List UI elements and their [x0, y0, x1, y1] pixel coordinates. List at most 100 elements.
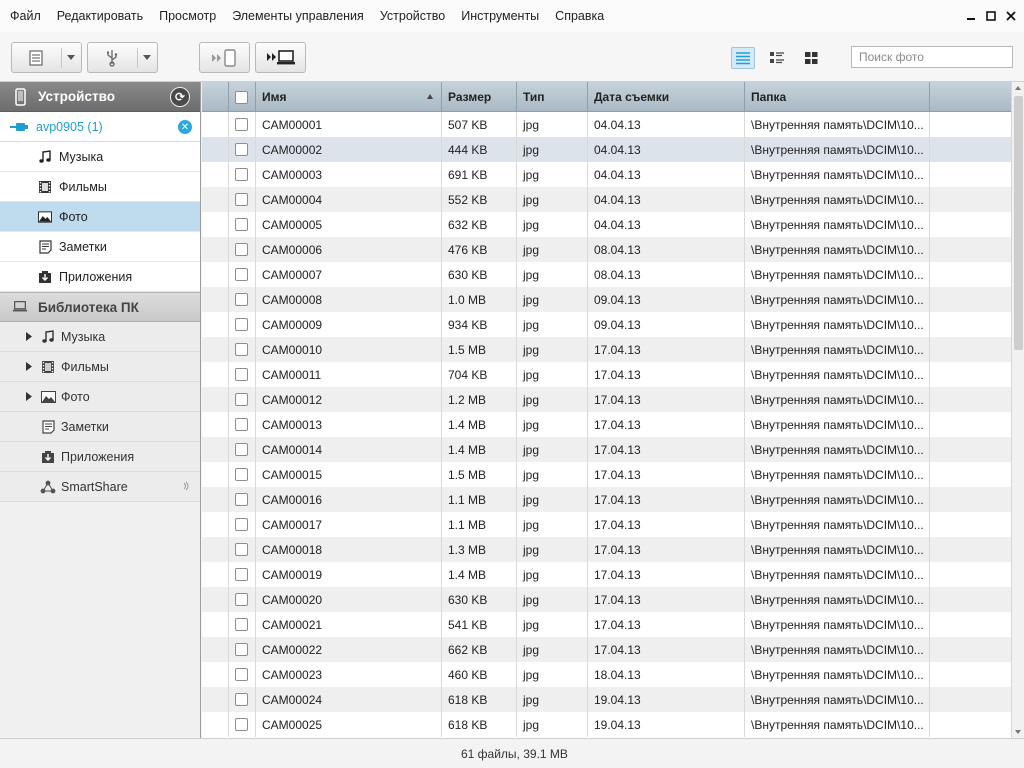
- table-row[interactable]: CAM00001 507 KB jpg 04.04.13 \Внутренняя пам…: [202, 112, 1024, 137]
- library-item-apps[interactable]: Приложения: [0, 442, 200, 472]
- table-row[interactable]: CAM00003 691 KB jpg 04.04.13 \Внутренняя пам…: [202, 162, 1024, 187]
- table-row[interactable]: CAM00012 1.2 MB jpg 17.04.13 \Внутренняя пам…: [202, 387, 1024, 412]
- library-item-films[interactable]: Фильмы: [0, 352, 200, 382]
- menu-controls[interactable]: Элементы управления: [224, 0, 372, 32]
- row-checkbox[interactable]: [235, 218, 248, 231]
- table-row[interactable]: CAM00020 630 KB jpg 17.04.13 \Внутренняя пам…: [202, 587, 1024, 612]
- row-checkbox[interactable]: [235, 168, 248, 181]
- table-row[interactable]: CAM00010 1.5 MB jpg 17.04.13 \Внутренняя пам…: [202, 337, 1024, 362]
- table-row[interactable]: CAM00005 632 KB jpg 04.04.13 \Внутренняя пам…: [202, 212, 1024, 237]
- library-item-notes[interactable]: Заметки: [0, 412, 200, 442]
- table-row[interactable]: CAM00015 1.5 MB jpg 17.04.13 \Внутренняя пам…: [202, 462, 1024, 487]
- chevron-down-icon[interactable]: [138, 43, 157, 72]
- row-checkbox[interactable]: [235, 293, 248, 306]
- table-row[interactable]: CAM00007 630 KB jpg 08.04.13 \Внутренняя пам…: [202, 262, 1024, 287]
- library-item-music[interactable]: Музыка: [0, 322, 200, 352]
- row-checkbox[interactable]: [235, 718, 248, 731]
- table-row[interactable]: CAM00016 1.1 MB jpg 17.04.13 \Внутренняя пам…: [202, 487, 1024, 512]
- column-name[interactable]: Имя: [256, 82, 442, 112]
- menu-help[interactable]: Справка: [547, 0, 612, 32]
- table-row[interactable]: CAM00025 618 KB jpg 19.04.13 \Внутренняя пам…: [202, 712, 1024, 737]
- scroll-up-icon[interactable]: [1015, 86, 1021, 90]
- table-row[interactable]: CAM00024 618 KB jpg 19.04.13 \Внутренняя пам…: [202, 687, 1024, 712]
- row-checkbox[interactable]: [235, 318, 248, 331]
- select-all-checkbox[interactable]: [235, 90, 248, 104]
- sidebar-item-films[interactable]: Фильмы: [0, 172, 200, 202]
- row-checkbox[interactable]: [235, 243, 248, 256]
- close-icon[interactable]: [1004, 9, 1018, 23]
- sidebar-item-photo[interactable]: Фото: [0, 202, 200, 232]
- column-type[interactable]: Тип: [517, 82, 588, 112]
- row-checkbox[interactable]: [235, 118, 248, 131]
- menu-edit[interactable]: Редактировать: [49, 0, 151, 32]
- column-folder[interactable]: Папка: [745, 82, 930, 112]
- table-row[interactable]: CAM00023 460 KB jpg 18.04.13 \Внутренняя пам…: [202, 662, 1024, 687]
- send-to-device-button[interactable]: [199, 42, 250, 73]
- menu-tools[interactable]: Инструменты: [453, 0, 547, 32]
- row-checkbox[interactable]: [235, 343, 248, 356]
- row-checkbox[interactable]: [235, 443, 248, 456]
- table-row[interactable]: CAM00002 444 KB jpg 04.04.13 \Внутренняя пам…: [202, 137, 1024, 162]
- table-row[interactable]: CAM00011 704 KB jpg 17.04.13 \Внутренняя пам…: [202, 362, 1024, 387]
- detail-view-button[interactable]: [765, 47, 789, 69]
- grid-view-button[interactable]: [799, 47, 823, 69]
- column-date[interactable]: Дата съемки: [588, 82, 745, 112]
- device-row[interactable]: avp0905 (1) ✕: [0, 112, 200, 142]
- row-checkbox[interactable]: [235, 518, 248, 531]
- table-row[interactable]: CAM00013 1.4 MB jpg 17.04.13 \Внутренняя пам…: [202, 412, 1024, 437]
- table-row[interactable]: CAM00017 1.1 MB jpg 17.04.13 \Внутренняя пам…: [202, 512, 1024, 537]
- library-header[interactable]: Библиотека ПК: [0, 292, 200, 322]
- row-checkbox[interactable]: [235, 368, 248, 381]
- sidebar-item-music[interactable]: Музыка: [0, 142, 200, 172]
- sidebar-item-apps[interactable]: Приложения: [0, 262, 200, 292]
- menu-file[interactable]: Файл: [0, 0, 49, 32]
- table-row[interactable]: CAM00021 541 KB jpg 17.04.13 \Внутренняя пам…: [202, 612, 1024, 637]
- menu-device[interactable]: Устройство: [372, 0, 453, 32]
- row-checkbox[interactable]: [235, 393, 248, 406]
- row-checkbox[interactable]: [235, 643, 248, 656]
- column-size[interactable]: Размер: [442, 82, 517, 112]
- library-item-smartshare[interactable]: SmartShare: [0, 472, 200, 502]
- minimize-icon[interactable]: [964, 9, 978, 23]
- menu-view[interactable]: Просмотр: [151, 0, 224, 32]
- refresh-icon[interactable]: ⟳: [170, 87, 190, 107]
- row-checkbox[interactable]: [235, 618, 248, 631]
- expand-arrow-icon[interactable]: [24, 332, 34, 341]
- library-item-photo[interactable]: Фото: [0, 382, 200, 412]
- table-row[interactable]: CAM00022 662 KB jpg 17.04.13 \Внутренняя пам…: [202, 637, 1024, 662]
- disconnect-icon[interactable]: ✕: [178, 120, 192, 134]
- table-row[interactable]: CAM00018 1.3 MB jpg 17.04.13 \Внутренняя пам…: [202, 537, 1024, 562]
- table-row[interactable]: CAM00004 552 KB jpg 04.04.13 \Внутренняя пам…: [202, 187, 1024, 212]
- row-checkbox[interactable]: [235, 593, 248, 606]
- row-checkbox[interactable]: [235, 143, 248, 156]
- chevron-down-icon[interactable]: [62, 43, 81, 72]
- table-row[interactable]: CAM00006 476 KB jpg 08.04.13 \Внутренняя пам…: [202, 237, 1024, 262]
- table-row[interactable]: CAM00014 1.4 MB jpg 17.04.13 \Внутренняя пам…: [202, 437, 1024, 462]
- list-view-button[interactable]: [731, 47, 755, 69]
- row-checkbox[interactable]: [235, 193, 248, 206]
- scroll-down-icon[interactable]: [1015, 730, 1021, 734]
- expand-arrow-icon[interactable]: [24, 362, 34, 371]
- usb-button[interactable]: [87, 42, 158, 73]
- device-header[interactable]: Устройство ⟳: [0, 82, 200, 112]
- sidebar-item-notes[interactable]: Заметки: [0, 232, 200, 262]
- row-checkbox[interactable]: [235, 418, 248, 431]
- maximize-icon[interactable]: [984, 9, 998, 23]
- table-row[interactable]: CAM00008 1.0 MB jpg 09.04.13 \Внутренняя пам…: [202, 287, 1024, 312]
- expand-arrow-icon[interactable]: [24, 392, 34, 401]
- row-checkbox[interactable]: [235, 268, 248, 281]
- row-checkbox[interactable]: [235, 468, 248, 481]
- row-checkbox[interactable]: [235, 543, 248, 556]
- file-list-button[interactable]: [11, 42, 82, 73]
- header-select-all[interactable]: [229, 82, 256, 112]
- table-row[interactable]: CAM00009 934 KB jpg 09.04.13 \Внутренняя пам…: [202, 312, 1024, 337]
- search-input[interactable]: [851, 46, 1013, 68]
- row-checkbox[interactable]: [235, 493, 248, 506]
- row-checkbox[interactable]: [235, 568, 248, 581]
- table-row[interactable]: CAM00019 1.4 MB jpg 17.04.13 \Внутренняя пам…: [202, 562, 1024, 587]
- row-checkbox[interactable]: [235, 693, 248, 706]
- vertical-scrollbar[interactable]: [1011, 82, 1024, 738]
- send-to-pc-button[interactable]: [255, 42, 306, 73]
- row-checkbox[interactable]: [235, 668, 248, 681]
- scrollbar-thumb[interactable]: [1014, 96, 1023, 350]
